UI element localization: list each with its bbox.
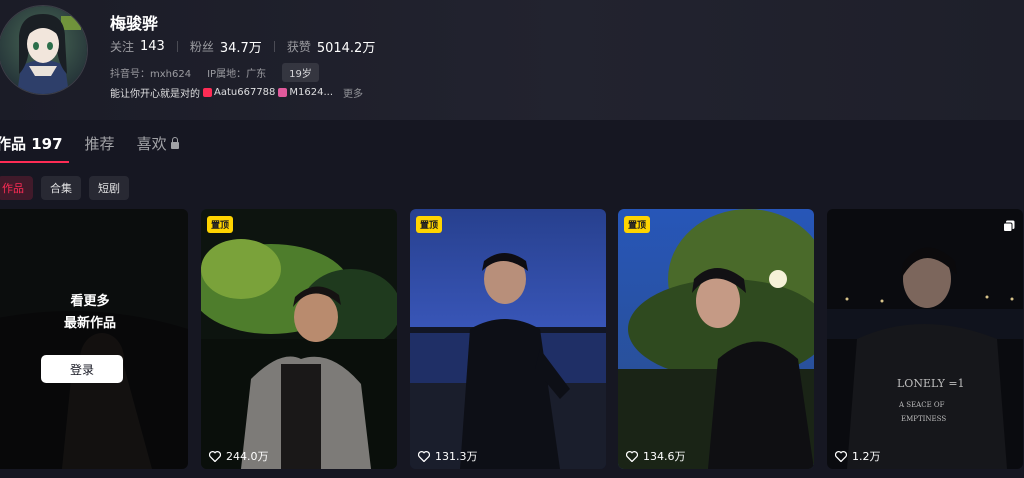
video-thumbnail: LONELY =1 A SEACE OF EMPTINESS (827, 209, 1023, 469)
profile-header: 梅骏骅 关注 143 粉丝 34.7万 获赞 5014.2万 抖音号：mxh62… (0, 0, 1024, 120)
douyin-id: 抖音号：mxh624 (110, 69, 192, 80)
avatar[interactable] (0, 5, 88, 95)
video-thumbnail (201, 209, 397, 469)
login-prompt-line1: 看更多 (70, 294, 110, 309)
mention-link[interactable]: M1624... (289, 87, 333, 98)
login-prompt: 看更多 最新作品 (0, 291, 188, 335)
ip-location: IP属地：广东 (207, 69, 267, 80)
following-count[interactable]: 143 (140, 39, 165, 54)
stat-divider (273, 41, 275, 52)
video-card[interactable]: 置顶 134.6万 (618, 209, 814, 469)
like-count: 131.3万 (435, 450, 478, 463)
tab-likes[interactable]: 喜欢 (137, 133, 179, 154)
multi-image-icon (1003, 217, 1015, 236)
profile-meta: 抖音号：mxh624 IP属地：广东 19岁 (110, 63, 335, 82)
bio-more-link[interactable]: 更多 (343, 85, 363, 100)
tab-works[interactable]: 作品 197 (0, 133, 69, 163)
likes-received-label: 获赞 (286, 40, 311, 54)
video-likes: 244.0万 (209, 448, 269, 464)
chip-works[interactable]: 作品 (0, 176, 33, 200)
video-thumbnail (618, 209, 814, 469)
video-likes: 1.2万 (835, 448, 881, 464)
followers-label[interactable]: 粉丝 (190, 38, 214, 55)
video-likes: 134.6万 (626, 448, 686, 464)
chip-short-drama[interactable]: 短剧 (89, 176, 129, 200)
svg-text:EMPTINESS: EMPTINESS (901, 415, 946, 423)
svg-text:A SEACE OF: A SEACE OF (898, 401, 945, 409)
video-card[interactable]: 置顶 131.3万 (410, 209, 606, 469)
video-thumbnail (410, 209, 606, 469)
filter-chips: 作品 合集 短剧 (0, 176, 137, 200)
login-prompt-line2: 最新作品 (63, 316, 116, 331)
user-mention-icon (278, 88, 288, 97)
profile-bio: 能让你开心就是对的 Aatu667788 M1624... 更多 (110, 85, 363, 100)
bio-text: 能让你开心就是对的 (110, 89, 200, 100)
likes-received-count: 5014.2万 (316, 41, 376, 56)
video-card[interactable]: LONELY =1 A SEACE OF EMPTINESS 1.2万 (827, 209, 1023, 469)
pinned-badge: 置顶 (207, 216, 234, 233)
heart-icon (209, 450, 221, 462)
chip-collections[interactable]: 合集 (41, 176, 81, 200)
video-likes: 131.3万 (418, 448, 478, 464)
tab-recommend[interactable]: 推荐 (85, 133, 115, 154)
profile-name: 梅骏骅 (110, 14, 159, 33)
tab-likes-label: 喜欢 (136, 135, 167, 153)
like-count: 1.2万 (852, 450, 881, 463)
lock-icon (170, 137, 179, 149)
pinned-badge: 置顶 (624, 216, 651, 233)
user-mention-icon (203, 88, 212, 97)
login-card: 看更多 最新作品 登录 (0, 209, 188, 469)
profile-stats: 关注 143 粉丝 34.7万 获赞 5014.2万 (110, 37, 375, 56)
pinned-badge: 置顶 (416, 216, 443, 233)
login-button[interactable]: 登录 (41, 355, 123, 383)
stat-divider (176, 41, 178, 52)
heart-icon (626, 450, 638, 462)
video-card[interactable]: 置顶 244.0万 (201, 209, 397, 469)
age-badge: 19岁 (282, 63, 319, 82)
profile-tabs: 作品 197 推荐 喜欢 (0, 133, 201, 163)
following-label[interactable]: 关注 (110, 38, 134, 55)
heart-icon (835, 450, 847, 462)
like-count: 244.0万 (226, 450, 269, 463)
followers-count[interactable]: 34.7万 (220, 37, 262, 56)
svg-text:LONELY =1: LONELY =1 (897, 377, 965, 390)
like-count: 134.6万 (643, 450, 686, 463)
mention-link[interactable]: Aatu667788 (214, 87, 275, 98)
heart-icon (418, 450, 430, 462)
